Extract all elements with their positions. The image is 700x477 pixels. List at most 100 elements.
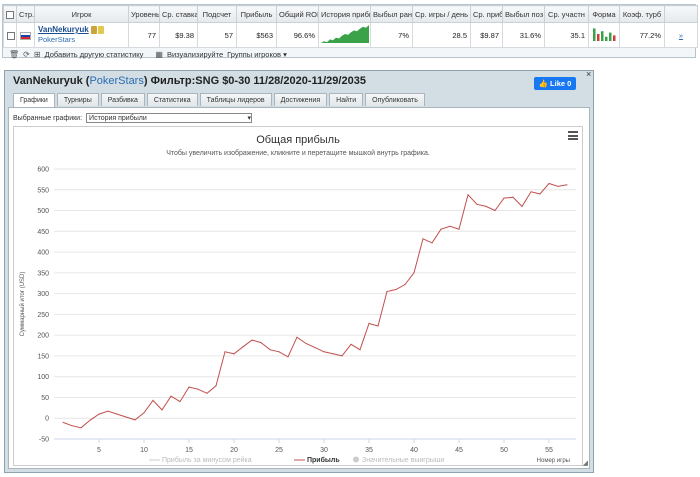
header-profit-history[interactable]: История прибыли — [318, 5, 371, 23]
data-point — [116, 413, 118, 415]
row-checkbox[interactable] — [3, 22, 17, 48]
header-avg-entrants[interactable]: Ср. участн — [544, 5, 589, 23]
profit-chart[interactable]: Общая прибыль Чтобы увеличить изображение… — [13, 126, 583, 466]
player-cell: VanNekuryuk PokerStars — [34, 22, 129, 48]
resize-grip-icon[interactable]: ◢ — [583, 459, 588, 467]
country-flag-icon — [16, 22, 35, 48]
data-point — [566, 184, 568, 186]
profit-history-sparkline[interactable] — [318, 22, 371, 48]
data-point — [71, 425, 73, 427]
x-tick-label: 5 — [97, 447, 101, 454]
data-point — [422, 238, 424, 240]
early-out-value: 7% — [370, 22, 413, 48]
header-games-per-day[interactable]: Ср. игры / день — [412, 5, 471, 23]
tab-content: Выбранные графики: История прибыли ▾ Общ… — [8, 107, 590, 469]
tab-find[interactable]: Найти — [329, 93, 364, 106]
close-icon[interactable]: × — [586, 69, 591, 79]
chart-menu-icon[interactable] — [568, 131, 578, 140]
header-profit[interactable]: Прибыль — [236, 5, 277, 23]
tab-tournaments[interactable]: Турниры — [56, 93, 99, 106]
data-point — [323, 351, 325, 353]
roi-value: 96.6% — [276, 22, 319, 48]
legend-marker — [353, 456, 359, 463]
data-point — [521, 205, 523, 207]
data-point — [458, 228, 460, 230]
header-late-out[interactable]: Выбыл поз — [502, 5, 545, 23]
header-avg-stake[interactable]: Ср. ставка — [159, 5, 198, 23]
data-point — [476, 203, 478, 205]
data-point — [404, 283, 406, 286]
tab-graphs[interactable]: Графики — [13, 93, 55, 107]
trophy-icon — [90, 26, 97, 35]
data-point — [125, 416, 127, 418]
trash-icon[interactable]: 🗑 — [9, 50, 19, 59]
refresh-icon[interactable]: ⟳ — [23, 50, 30, 59]
sparkline-area — [321, 25, 369, 43]
tab-achievements[interactable]: Достижения — [273, 93, 328, 106]
header-early-out[interactable]: Выбыл рано — [370, 5, 413, 23]
data-point — [431, 242, 433, 244]
thumbs-up-icon: 👍 — [538, 79, 549, 88]
form-chart — [588, 22, 620, 48]
x-tick-label: 40 — [410, 447, 418, 454]
header-count[interactable]: Подсчет — [197, 5, 237, 23]
panel-network-link[interactable]: PokerStars — [89, 75, 143, 87]
data-point — [233, 353, 235, 355]
data-point — [332, 353, 334, 355]
form-bar — [593, 28, 596, 41]
data-point — [530, 191, 532, 193]
graph-select[interactable]: История прибыли ▾ — [86, 113, 253, 123]
data-point — [386, 290, 388, 293]
profit-chart-svg: Общая прибыль Чтобы увеличить изображение… — [19, 134, 576, 464]
panel-player-name: VanNekuryuk — [13, 75, 83, 87]
player-link[interactable]: VanNekuryuk — [38, 25, 89, 34]
data-point — [278, 351, 280, 353]
data-point — [485, 205, 487, 207]
header-level[interactable]: Уровень — [128, 5, 160, 23]
header-player[interactable]: Игрок — [34, 5, 129, 23]
y-tick-label: 450 — [37, 229, 49, 236]
data-point — [395, 288, 397, 291]
facebook-like-button[interactable]: 👍 Like 0 — [534, 77, 576, 90]
y-tick-label: 550 — [37, 187, 49, 194]
visualize-button[interactable]: Визуализируйте — [167, 50, 223, 59]
header-roi[interactable]: Общий ROI — [276, 5, 319, 23]
tab-leaderboards[interactable]: Таблицы лидеров — [199, 93, 272, 106]
tab-publish[interactable]: Опубликовать — [365, 93, 425, 106]
header-page[interactable]: Стр. — [16, 5, 35, 23]
data-point — [80, 427, 82, 429]
header-extra — [664, 5, 698, 23]
chart-title: Общая прибыль — [256, 134, 340, 146]
data-point — [377, 325, 379, 327]
x-tick-label: 55 — [545, 447, 553, 454]
profit-series-line — [62, 182, 568, 429]
tab-breakdown[interactable]: Разбивка — [100, 93, 145, 106]
add-stats-button[interactable]: Добавить другую статистику — [45, 50, 144, 59]
header-avg-profit[interactable]: Ср. приб — [470, 5, 503, 23]
header-turbo-ratio[interactable]: Коэф. турб — [619, 5, 665, 23]
row-details-link[interactable]: » — [664, 22, 698, 48]
form-bar — [609, 32, 612, 41]
legend-item-net-profit: Прибыль за минусом рейка — [162, 456, 252, 464]
data-point — [296, 336, 298, 338]
data-point — [449, 225, 451, 227]
data-point — [440, 228, 442, 230]
player-groups-dropdown[interactable]: Группы игроков ▾ — [227, 50, 287, 59]
graph-selector-label: Выбранные графики: — [13, 114, 83, 122]
data-point — [170, 395, 172, 397]
data-point — [503, 197, 505, 199]
legend-item-profit: Прибыль — [307, 456, 340, 464]
header-form[interactable]: Форма — [588, 5, 620, 23]
select-all-checkbox[interactable] — [3, 5, 17, 23]
player-network: PokerStars — [38, 35, 76, 44]
caret-down-icon: ▾ — [283, 49, 287, 59]
chart-subtitle: Чтобы увеличить изображение, кликните и … — [166, 149, 430, 157]
y-tick-label: 350 — [37, 270, 49, 277]
panel-title: VanNekuryuk (PokerStars) Фильтр:SNG $0-3… — [13, 75, 366, 87]
turbo-ratio-value: 77.2% — [619, 22, 665, 48]
data-point — [89, 419, 91, 421]
tab-statistics[interactable]: Статистика — [146, 93, 198, 106]
y-axis-label: Суммарный итог (USD) — [19, 272, 26, 337]
data-point — [413, 272, 415, 274]
data-point — [161, 409, 163, 411]
